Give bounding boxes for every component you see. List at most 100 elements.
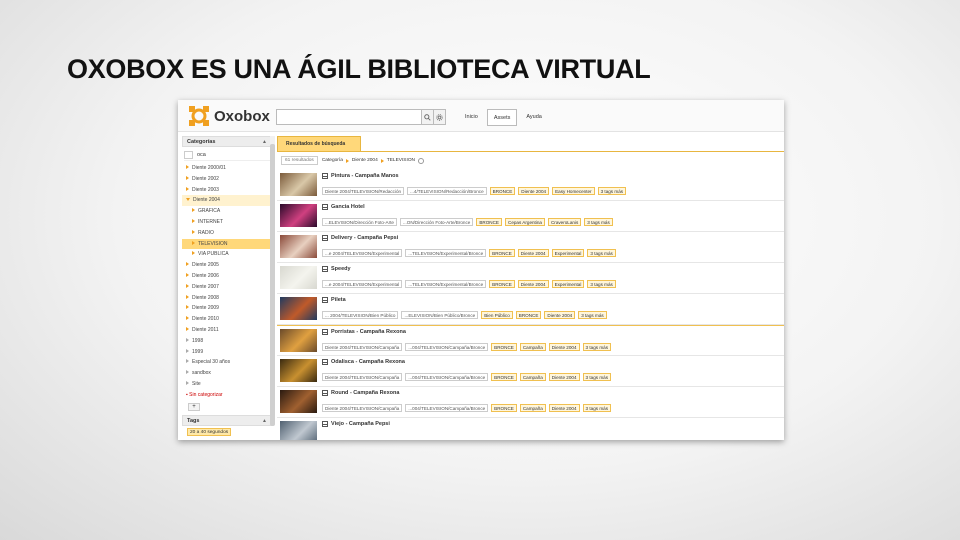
category-item[interactable]: Diente 2010 [182,314,272,325]
more-tags-chip[interactable]: 3 tags más [582,404,611,412]
category-item[interactable]: INTERNET [182,217,272,228]
logo[interactable]: Oxobox [188,105,270,127]
caret-right-icon[interactable] [192,251,195,256]
caret-right-icon[interactable] [186,370,189,375]
category-item[interactable]: 1998 [182,336,272,347]
result-row[interactable]: Odalisca - Campaña Rexona Diente 2004/TEL… [277,356,784,387]
result-thumbnail[interactable] [280,204,317,227]
path-chip[interactable]: ...ELEVISION/Dirección Foto-Arte [322,218,397,226]
category-item[interactable]: Diente 2011 [182,325,272,336]
result-thumbnail[interactable] [280,173,317,196]
tag-chip[interactable]: Experimental [551,249,585,257]
category-item[interactable]: Diente 2005 [182,260,272,271]
path-chip[interactable]: Diente 2004/TELEVISION/Campaña [322,373,403,381]
path-chip[interactable]: ...4/TELEVISION/Redacción/Bronce [407,187,487,195]
categories-header[interactable]: Categorías ▲ [182,136,272,147]
search-input[interactable] [276,109,422,125]
result-row[interactable]: Pileta ... 2004/TELEVISION/Bien Público..… [277,294,784,325]
category-item[interactable]: Especial 30 años [182,357,272,368]
result-thumbnail[interactable] [280,359,317,382]
nav-assets[interactable]: Assets [486,109,518,126]
category-item[interactable]: Diente 2000/01 [182,163,272,174]
result-title[interactable]: Pintura - Campaña Manos [322,173,399,179]
result-thumbnail[interactable] [280,235,317,258]
caret-right-icon[interactable] [192,218,195,223]
result-thumbnail[interactable] [280,390,317,413]
caret-right-icon[interactable] [186,272,189,277]
breadcrumb-item[interactable]: TELEVISION [387,156,415,165]
category-item[interactable]: VIA PUBLICA [182,249,272,260]
more-tags-chip[interactable]: 3 tags más [584,218,613,226]
path-chip[interactable]: ...TELEVISION/Experimental/Bronce [405,280,487,288]
collapse-icon[interactable]: ▲ [262,137,267,147]
category-item[interactable]: ▪ Sin categorizar [182,390,272,401]
path-chip[interactable]: ...e 2004/TELEVISION/Experimental [322,280,403,288]
category-item[interactable]: Site [182,379,272,390]
path-chip[interactable]: ... 2004/TELEVISION/Bien Público [322,311,399,319]
category-item[interactable]: Diente 2006 [182,271,272,282]
more-tags-chip[interactable]: 3 tags más [587,280,616,288]
path-chip[interactable]: ...004/TELEVISION/Campaña/Bronce [405,343,489,351]
path-chip[interactable]: ...TELEVISION/Experimental/Bronce [405,249,487,257]
category-item[interactable]: RADIO [182,228,272,239]
path-chip[interactable]: ...004/TELEVISION/Campaña/Bronce [405,404,489,412]
caret-right-icon[interactable] [186,294,189,299]
path-chip[interactable]: ...e 2004/TELEVISION/Experimental [322,249,403,257]
search-button[interactable] [422,109,434,125]
result-thumbnail[interactable] [280,297,317,320]
category-filter[interactable]: oca [184,149,270,161]
result-title[interactable]: Viejo - Campaña Pepsi [322,421,390,427]
category-item[interactable]: Diente 2007 [182,282,272,293]
tag-chip[interactable]: BRONCE [491,343,517,351]
tag-chip[interactable]: Diente 2004 [518,187,550,195]
tag-chip[interactable]: BRONCE [489,187,516,195]
result-row[interactable]: Porristas - Campaña Rexona Diente 2004/TE… [277,325,784,356]
more-tags-chip[interactable]: 3 tags más [582,343,611,351]
tag-chip[interactable]: Experimental [551,280,585,288]
tab-search-results[interactable]: Resultados de búsqueda [277,136,361,152]
result-thumbnail[interactable] [280,329,317,352]
category-item[interactable]: Diente 2003 [182,185,272,196]
tag-chip[interactable]: BRONCE [489,280,515,288]
tags-header[interactable]: Tags ▲ [182,414,272,426]
tag-chip[interactable]: Campaña [519,404,546,412]
tag-chip[interactable]: 20 a 40 segundos [187,427,232,436]
category-item[interactable]: GRAFICA [182,206,272,217]
path-chip[interactable]: Diente 2004/TELEVISION/Redacción [322,187,405,195]
scrollbar-thumb[interactable] [270,144,275,426]
result-title[interactable]: Porristas - Campaña Rexona [322,329,406,335]
settings-button[interactable] [434,109,446,125]
caret-right-icon[interactable] [186,165,189,169]
more-tags-chip[interactable]: 3 tags más [597,187,627,195]
path-chip[interactable]: Diente 2004/TELEVISION/Campaña [322,343,403,351]
collapse-icon[interactable]: ▲ [262,416,267,426]
sidebar-scrollbar[interactable] [270,136,275,426]
more-tags-chip[interactable]: 3 tags más [582,373,611,381]
add-category-button[interactable]: + [188,402,200,411]
tag-chip[interactable]: CraveroLanis [547,218,582,226]
path-chip[interactable]: ...ON/Dirección Foto-Arte/Bronce [399,218,474,226]
path-chip[interactable]: ...004/TELEVISION/Campaña/Bronce [405,373,489,381]
clear-icon[interactable] [418,157,425,164]
tag-chip[interactable]: Diente 2004 [548,343,580,351]
more-tags-chip[interactable]: 3 tags más [578,311,607,319]
tag-chip[interactable]: Campaña [519,343,546,351]
result-row[interactable]: Viejo - Campaña Pepsi [277,418,784,440]
result-title[interactable]: Round - Campaña Rexona [322,390,399,396]
category-item[interactable]: 1999 [182,347,272,358]
result-thumbnail[interactable] [280,421,317,440]
result-row[interactable]: Pintura - Campaña Manos Diente 2004/TELEV… [277,170,784,201]
caret-right-icon[interactable] [186,175,189,180]
breadcrumb-item[interactable]: Diente 2004 [352,156,378,165]
result-title[interactable]: Speedy [322,266,351,272]
caret-right-icon[interactable] [186,316,189,321]
caret-right-icon[interactable] [192,229,195,234]
tag-chip[interactable]: Cepas Argentina [505,218,545,226]
nav-inicio[interactable]: Inicio [459,109,484,126]
result-title[interactable]: Pileta [322,297,346,303]
result-title[interactable]: Delivery - Campaña Pepsi [322,235,398,241]
filter-checkbox[interactable] [184,150,193,159]
caret-right-icon[interactable] [186,186,189,191]
category-item[interactable]: sandbox [182,368,272,379]
path-chip[interactable]: Diente 2004/TELEVISION/Campaña [322,404,403,412]
